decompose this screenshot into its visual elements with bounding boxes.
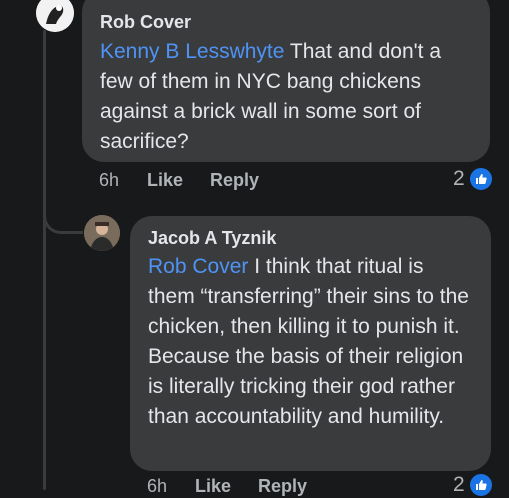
- reaction-summary[interactable]: 2: [453, 166, 494, 192]
- comment-author[interactable]: Jacob A Tyznik: [148, 226, 473, 250]
- comment-bubble: Jacob A Tyznik Rob Cover I think that ri…: [130, 216, 491, 471]
- thumbs-up-icon: [467, 472, 494, 498]
- comment-text: Kenny B Lesswhyte That and don't a few o…: [100, 37, 472, 157]
- avatar[interactable]: [84, 215, 120, 251]
- comment-author[interactable]: Rob Cover: [100, 10, 472, 34]
- reply-button[interactable]: Reply: [258, 476, 307, 497]
- reaction-count: 2: [453, 473, 465, 496]
- mention-link[interactable]: Kenny B Lesswhyte: [100, 40, 284, 63]
- reply-connector: [43, 190, 83, 234]
- comment-text: Rob Cover I think that ritual is them “t…: [148, 252, 473, 432]
- avatar[interactable]: [36, 0, 74, 32]
- thread-line: [43, 30, 46, 490]
- reaction-summary[interactable]: 2: [453, 472, 494, 498]
- like-button[interactable]: Like: [195, 476, 231, 497]
- mention-link[interactable]: Rob Cover: [148, 255, 248, 278]
- like-button[interactable]: Like: [147, 170, 183, 191]
- thumbs-up-icon: [467, 166, 494, 192]
- timestamp[interactable]: 6h: [147, 476, 167, 497]
- timestamp[interactable]: 6h: [99, 170, 119, 191]
- comment-body: I think that ritual is them “transferrin…: [148, 255, 469, 428]
- reaction-count: 2: [453, 167, 465, 190]
- reply-button[interactable]: Reply: [210, 170, 259, 191]
- comment-bubble: Rob Cover Kenny B Lesswhyte That and don…: [82, 0, 490, 162]
